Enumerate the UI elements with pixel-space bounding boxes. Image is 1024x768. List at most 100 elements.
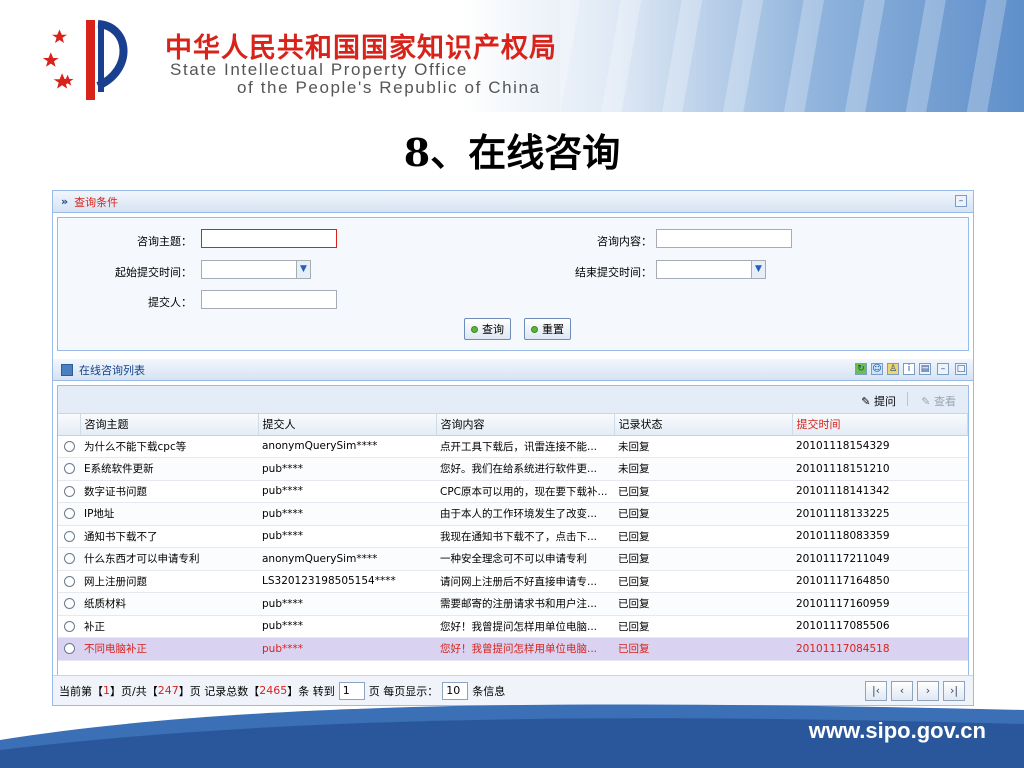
view-button[interactable]: ✎ 查看 <box>921 393 956 409</box>
content-input[interactable] <box>656 229 792 248</box>
user-icon[interactable]: ♙ <box>887 363 899 375</box>
column-header[interactable]: 咨询主题 <box>80 414 259 436</box>
radio-button-icon[interactable] <box>64 463 75 475</box>
submitter-input[interactable] <box>201 290 337 309</box>
table-cell: 为什么不能下载cpc等 <box>80 435 258 458</box>
table-cell: 20101118083359 <box>792 525 968 548</box>
submitter-label: 提交人： <box>148 296 192 309</box>
info-icon[interactable]: i <box>903 363 915 375</box>
table-cell: 网上注册问题 <box>80 570 258 593</box>
radio-button-icon[interactable] <box>64 485 75 497</box>
table-cell: pub**** <box>258 615 436 638</box>
table-cell: pub**** <box>258 592 436 616</box>
search-button[interactable]: 查询 <box>464 318 511 340</box>
table-cell: 20101117211049 <box>792 547 968 571</box>
table-cell: pub**** <box>258 525 436 548</box>
radio-button-icon[interactable] <box>64 575 75 587</box>
table-row[interactable]: IP地址 pub**** 由于本人的工作环境发生了改变... 已回复 201011181… <box>58 502 968 526</box>
table-cell: 由于本人的工作环境发生了改变... <box>436 502 614 526</box>
table-cell: 已回复 <box>614 480 792 503</box>
list-icon <box>61 363 73 376</box>
table-cell: 未回复 <box>614 435 792 458</box>
table-cell: 数字证书问题 <box>80 480 258 503</box>
column-header[interactable]: 记录状态 <box>614 414 793 436</box>
table-cell: E系统软件更新 <box>80 457 258 481</box>
table-cell: 20101117160959 <box>792 592 968 616</box>
table-cell: pub**** <box>258 502 436 526</box>
search-dot-icon <box>471 325 478 333</box>
window-icon[interactable]: ▤ <box>919 363 931 375</box>
pager-current: 1 <box>103 684 110 697</box>
row-radio[interactable] <box>58 592 80 616</box>
radio-button-icon[interactable] <box>64 643 75 655</box>
table-row[interactable]: E系统软件更新 pub**** 您好。我们在给系统进行软件更... 未回复 201011… <box>58 457 968 481</box>
table-cell: CPC原本可以用的，现在要下载补... <box>436 480 614 503</box>
site-url[interactable]: www.sipo.gov.cn <box>809 718 986 744</box>
table-row[interactable]: 纸质材料 pub**** 需要邮寄的注册请求书和用户注... 已回复 201011171… <box>58 592 968 616</box>
dropdown-arrow-icon[interactable]: ▼ <box>296 261 310 278</box>
table-row[interactable]: 数字证书问题 pub**** CPC原本可以用的，现在要下载补... 已回复 20101… <box>58 480 968 503</box>
per-page-input[interactable]: 10 <box>442 681 469 700</box>
column-header[interactable]: 提交时间 <box>792 414 968 436</box>
refresh-icon[interactable]: ↻ <box>855 363 867 375</box>
header-radio-col <box>58 414 81 436</box>
start-time-select[interactable]: ▼ <box>201 260 311 279</box>
table-cell: 已回复 <box>614 615 792 638</box>
last-page-icon[interactable]: ›| <box>943 681 965 701</box>
list-panel-title: 在线咨询列表 <box>79 363 145 377</box>
radio-button-icon[interactable] <box>64 620 75 632</box>
users-icon[interactable]: ☺ <box>871 363 883 375</box>
radio-button-icon[interactable] <box>64 440 75 452</box>
list-toolbar: ✎ 提问 ✎ 查看 <box>58 386 968 414</box>
row-radio[interactable] <box>58 525 80 548</box>
row-radio[interactable] <box>58 457 80 481</box>
end-time-label: 结束提交时间： <box>575 266 652 279</box>
table-row[interactable]: 什么东西才可以申请专利 anonymQuerySim**** 一种安全理念可不可以申… <box>58 547 968 571</box>
collapse-chevron-icon[interactable]: » <box>61 195 68 208</box>
column-header[interactable]: 提交人 <box>258 414 437 436</box>
column-header[interactable]: 咨询内容 <box>436 414 615 436</box>
dropdown-arrow-icon[interactable]: ▼ <box>751 261 765 278</box>
radio-button-icon[interactable] <box>64 508 75 520</box>
table-row[interactable]: 通知书下载不了 pub**** 我现在通知书下载不了，点击下... 已回复 201011… <box>58 525 968 548</box>
reset-button-label: 重置 <box>542 323 564 336</box>
row-radio[interactable] <box>58 502 80 526</box>
row-radio[interactable] <box>58 435 80 458</box>
table-cell: 什么东西才可以申请专利 <box>80 547 258 571</box>
row-radio[interactable] <box>58 547 80 571</box>
subject-input[interactable] <box>201 229 337 248</box>
radio-button-icon[interactable] <box>64 530 75 542</box>
table-cell: 您好！我曾提问怎样用单位电脑... <box>436 615 614 638</box>
org-name-en-line1: State Intellectual Property Office <box>170 60 468 79</box>
search-button-label: 查询 <box>482 323 504 336</box>
table-row[interactable]: 网上注册问题 LS320123198505154**** 请问网上注册后不好直接申请… <box>58 570 968 593</box>
next-page-icon[interactable]: › <box>917 681 939 701</box>
minimize-icon[interactable]: – <box>955 195 967 207</box>
subject-label: 咨询主题： <box>137 235 192 248</box>
toolbar-divider <box>907 392 908 406</box>
row-radio[interactable] <box>58 637 80 661</box>
table-row[interactable]: 不同电脑补正 pub**** 您好！我曾提问怎样用单位电脑... 已回复 2010111… <box>58 637 968 661</box>
table-row[interactable]: 为什么不能下载cpc等 anonymQuerySim**** 点开工具下载后，讯雷连… <box>58 435 968 458</box>
radio-button-icon[interactable] <box>64 598 75 610</box>
row-radio[interactable] <box>58 615 80 638</box>
table-cell: 已回复 <box>614 502 792 526</box>
list-panel-header: 在线咨询列表 ↻ ☺ ♙ i ▤ – □ <box>53 359 973 381</box>
row-radio[interactable] <box>58 570 80 593</box>
pager-total-pages: 247 <box>157 684 179 697</box>
radio-button-icon[interactable] <box>64 553 75 565</box>
table-row[interactable]: 补正 pub**** 您好！我曾提问怎样用单位电脑... 已回复 20101117085… <box>58 615 968 638</box>
pager-text: 】页 记录总数【 <box>178 684 260 698</box>
minimize-icon[interactable]: – <box>937 363 949 375</box>
goto-page-input[interactable]: 1 <box>338 681 365 700</box>
reset-button[interactable]: 重置 <box>524 318 571 340</box>
row-radio[interactable] <box>58 480 80 503</box>
restore-icon[interactable]: □ <box>955 363 967 375</box>
table-cell: 20101117084518 <box>792 637 968 661</box>
ask-button[interactable]: ✎ 提问 <box>861 393 896 409</box>
prev-page-icon[interactable]: ‹ <box>891 681 913 701</box>
table-cell: 20101117085506 <box>792 615 968 638</box>
query-panel-title: 查询条件 <box>74 195 119 209</box>
first-page-icon[interactable]: |‹ <box>865 681 887 701</box>
end-time-select[interactable]: ▼ <box>656 260 766 279</box>
